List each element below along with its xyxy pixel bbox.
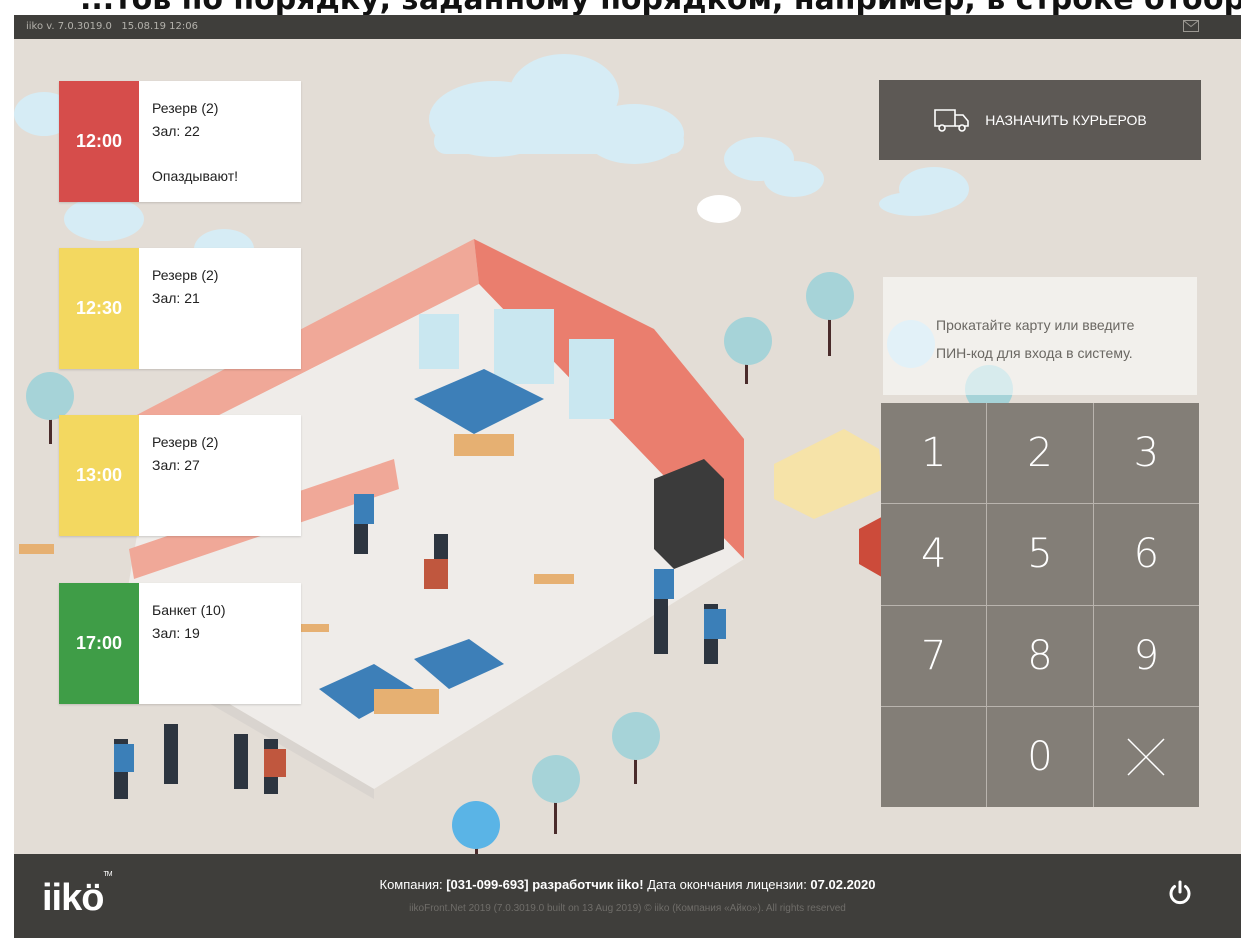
key-empty bbox=[881, 706, 987, 807]
pin-prompt: Прокатайте карту или введите ПИН-код для… bbox=[883, 277, 1197, 395]
key-0[interactable]: 0 bbox=[987, 706, 1093, 807]
reservation-title: Резерв (2) bbox=[152, 100, 219, 116]
key-8[interactable]: 8 bbox=[987, 605, 1093, 706]
key-1[interactable]: 1 bbox=[881, 403, 987, 504]
main-area: 12:00 Резерв (2) Зал: 22 Опаздывают! 12:… bbox=[14, 39, 1241, 854]
key-3[interactable]: 3 bbox=[1093, 403, 1199, 504]
reservation-time: 12:00 bbox=[59, 81, 139, 202]
close-icon bbox=[1127, 738, 1165, 776]
reservation-card[interactable]: 12:00 Резерв (2) Зал: 22 Опаздывают! bbox=[59, 81, 301, 202]
company-info: Компания: [031-099-693] разработчик iiko… bbox=[379, 877, 876, 892]
reservation-title: Банкет (10) bbox=[152, 602, 226, 618]
reservation-title: Резерв (2) bbox=[152, 267, 219, 283]
power-icon[interactable] bbox=[1166, 879, 1194, 907]
pin-keypad: 1 2 3 4 5 6 7 8 9 0 bbox=[881, 403, 1199, 807]
key-2[interactable]: 2 bbox=[987, 403, 1093, 504]
key-5[interactable]: 5 bbox=[987, 504, 1093, 605]
reservation-title: Резерв (2) bbox=[152, 434, 219, 450]
top-banner-text: ...тов по порядку, заданному порядком, н… bbox=[80, 0, 1241, 15]
truck-icon bbox=[934, 109, 970, 132]
footer: iiköTM Компания: [031-099-693] разработч… bbox=[14, 854, 1241, 938]
reservation-time: 13:00 bbox=[59, 415, 139, 536]
key-9[interactable]: 9 bbox=[1093, 605, 1199, 706]
mail-icon[interactable] bbox=[1183, 20, 1199, 32]
reservation-time: 12:30 bbox=[59, 248, 139, 369]
reservation-hall: Зал: 22 bbox=[152, 123, 200, 139]
reservation-note: Опаздывают! bbox=[152, 168, 239, 184]
key-4[interactable]: 4 bbox=[881, 504, 987, 605]
key-6[interactable]: 6 bbox=[1093, 504, 1199, 605]
key-7[interactable]: 7 bbox=[881, 605, 987, 706]
assign-couriers-label: НАЗНАЧИТЬ КУРЬЕРОВ bbox=[985, 112, 1147, 128]
pin-prompt-line2: ПИН-код для входа в систему. bbox=[936, 345, 1133, 361]
reservation-hall: Зал: 21 bbox=[152, 290, 200, 306]
reservation-time: 17:00 bbox=[59, 583, 139, 704]
version-datetime: iiko v. 7.0.3019.0 15.08.19 12:06 bbox=[26, 21, 198, 32]
title-bar: iiko v. 7.0.3019.0 15.08.19 12:06 bbox=[14, 15, 1241, 39]
pin-prompt-line1: Прокатайте карту или введите bbox=[936, 317, 1135, 333]
reservation-hall: Зал: 19 bbox=[152, 625, 200, 641]
reservation-hall: Зал: 27 bbox=[152, 457, 200, 473]
build-info: iikoFront.Net 2019 (7.0.3019.0 built on … bbox=[409, 903, 846, 914]
clear-key[interactable] bbox=[1093, 706, 1199, 807]
assign-couriers-button[interactable]: НАЗНАЧИТЬ КУРЬЕРОВ bbox=[879, 80, 1201, 160]
reservation-card[interactable]: 17:00 Банкет (10) Зал: 19 bbox=[59, 583, 301, 704]
reservation-card[interactable]: 13:00 Резерв (2) Зал: 27 bbox=[59, 415, 301, 536]
top-banner: ...тов по порядку, заданному порядком, н… bbox=[0, 0, 1241, 15]
reservation-card[interactable]: 12:30 Резерв (2) Зал: 21 bbox=[59, 248, 301, 369]
